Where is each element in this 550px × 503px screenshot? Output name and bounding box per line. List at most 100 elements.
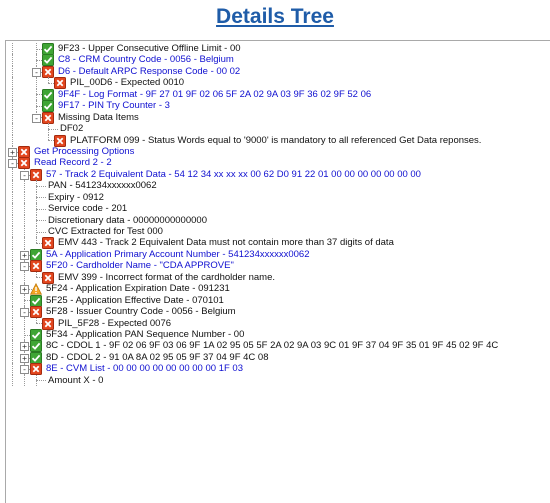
tree-row[interactable]: +8D - CDOL 2 - 91 0A 8A 02 95 05 9F 37 0… bbox=[6, 351, 550, 364]
tree-row[interactable]: DF02 bbox=[6, 123, 550, 135]
collapse-toggle[interactable]: - bbox=[20, 170, 29, 180]
check-icon bbox=[42, 54, 54, 67]
tree-row[interactable]: Service code - 201 bbox=[6, 203, 550, 215]
tree-row[interactable]: CVC Extracted for Test 000 bbox=[6, 226, 550, 238]
tree-guide-line bbox=[12, 374, 13, 387]
tree-row[interactable]: EMV 443 - Track 2 Equivalent Data must n… bbox=[6, 237, 550, 250]
tree-node-label: 9F23 - Upper Consecutive Offline Limit -… bbox=[58, 43, 241, 54]
tree-node-label: C8 - CRM Country Code - 0056 - Belgium bbox=[58, 54, 234, 66]
tree-row[interactable]: + Get Processing Options bbox=[6, 145, 550, 158]
tree-guide-line bbox=[12, 214, 13, 226]
tree-row[interactable]: - 57 - Track 2 Equivalent Data - 54 12 34… bbox=[6, 168, 550, 181]
tree-row[interactable]: 5F34 - Application PAN Sequence Number -… bbox=[6, 328, 550, 341]
tree-row[interactable]: - Missing Data Items bbox=[6, 111, 550, 124]
tree-row[interactable]: - 8E - CVM List - 00 00 00 00 00 00 00 00… bbox=[6, 363, 550, 376]
tree-guide-line bbox=[12, 191, 13, 204]
collapse-toggle[interactable]: - bbox=[8, 159, 17, 169]
expand-toggle[interactable]: + bbox=[20, 250, 29, 260]
tree-guide-line bbox=[24, 191, 25, 204]
tree-row[interactable]: 9F4F - Log Format - 9F 27 01 9F 02 06 5F… bbox=[6, 88, 550, 101]
expand-toggle[interactable]: + bbox=[8, 147, 17, 157]
tree-node-label: Missing Data Items bbox=[58, 111, 139, 123]
expand-toggle[interactable]: + bbox=[20, 353, 29, 363]
tree-node-label: 5F25 - Application Effective Date - 0701… bbox=[46, 294, 224, 306]
tree-row[interactable]: - D6 - Default ARPC Response Code - 00 02 bbox=[6, 65, 550, 78]
tree-row[interactable]: +8C - CDOL 1 - 9F 02 06 9F 03 06 9F 1A 0… bbox=[6, 340, 550, 353]
tree-row[interactable]: - 5F20 - Cardholder Name - "CDA APPROVE" bbox=[6, 260, 550, 273]
tree-row[interactable]: - Read Record 2 - 2 bbox=[6, 157, 550, 170]
error-icon bbox=[42, 317, 54, 330]
tree-node-label: EMV 399 - Incorrect format of the cardho… bbox=[58, 271, 276, 283]
tree-row[interactable]: PLATFORM 099 - Status Words equal to '90… bbox=[6, 134, 550, 147]
tree-node-label: 5F34 - Application PAN Sequence Number -… bbox=[46, 328, 245, 340]
tree-row[interactable]: C8 - CRM Country Code - 0056 - Belgium bbox=[6, 54, 550, 67]
check-icon bbox=[42, 88, 54, 101]
check-icon bbox=[42, 43, 54, 55]
error-icon bbox=[42, 237, 54, 250]
error-icon bbox=[42, 271, 54, 284]
tree-row[interactable]: +5F24 - Application Expiration Date - 09… bbox=[6, 283, 550, 295]
tree-guide-line bbox=[12, 283, 13, 295]
collapse-toggle[interactable]: - bbox=[32, 67, 41, 77]
tree-guide-line bbox=[12, 168, 13, 181]
collapse-toggle[interactable]: - bbox=[20, 308, 29, 318]
tree-guide-line bbox=[12, 271, 13, 284]
tree-node-label: Get Processing Options bbox=[34, 145, 135, 157]
tree-row[interactable]: +5A - Application Primary Account Number… bbox=[6, 248, 550, 261]
tree-node-label: 8D - CDOL 2 - 91 0A 8A 02 95 05 9F 37 04… bbox=[46, 351, 269, 363]
expand-toggle[interactable]: + bbox=[20, 285, 29, 295]
tree-guide-line bbox=[12, 306, 13, 318]
error-icon bbox=[30, 363, 42, 376]
tree-row[interactable]: Expiry - 0912 bbox=[6, 191, 550, 204]
tree-row[interactable]: Discretionary data - 00000000000000 bbox=[6, 214, 550, 226]
error-icon bbox=[30, 260, 42, 273]
tree-guide-line bbox=[24, 374, 25, 387]
tree-node-label: 5A - Application Primary Account Number … bbox=[46, 248, 310, 260]
check-icon bbox=[30, 294, 42, 307]
tree-guide-line bbox=[12, 237, 13, 249]
tree-branch-line bbox=[36, 197, 46, 199]
error-icon bbox=[42, 111, 54, 124]
tree-guide-line bbox=[36, 77, 37, 89]
tree-node-label: 5F24 - Application Expiration Date - 091… bbox=[46, 283, 230, 295]
tree-row[interactable]: Amount X - 0 bbox=[6, 374, 550, 387]
tree-node-label: 8C - CDOL 1 - 9F 02 06 9F 03 06 9F 1A 02… bbox=[46, 340, 499, 352]
tree-node-label: EMV 443 - Track 2 Equivalent Data must n… bbox=[58, 237, 394, 249]
warning-icon bbox=[30, 283, 42, 295]
tree-row[interactable]: - 5F28 - Issuer Country Code - 0056 - Bel… bbox=[6, 306, 550, 319]
tree-guide-line bbox=[12, 65, 13, 78]
tree-branch-line bbox=[36, 380, 46, 382]
heading-container: Details Tree bbox=[0, 0, 550, 40]
tree-node-label: Amount X - 0 bbox=[48, 374, 104, 386]
check-icon bbox=[30, 351, 42, 364]
tree-row[interactable]: PIL_5F28 - Expected 0076 bbox=[6, 317, 550, 330]
error-icon bbox=[30, 306, 42, 319]
details-tree-heading-link[interactable]: Details Tree bbox=[216, 5, 334, 29]
tree-row[interactable]: EMV 399 - Incorrect format of the cardho… bbox=[6, 271, 550, 284]
tree-node-label: Expiry - 0912 bbox=[48, 191, 104, 203]
tree-guide-line bbox=[12, 43, 13, 55]
collapse-toggle[interactable]: - bbox=[32, 113, 41, 123]
expand-toggle[interactable]: + bbox=[20, 342, 29, 352]
tree-node-label: PLATFORM 099 - Status Words equal to '90… bbox=[70, 134, 482, 146]
collapse-toggle[interactable]: - bbox=[20, 262, 29, 272]
tree-guide-line bbox=[24, 226, 25, 238]
error-icon bbox=[54, 134, 66, 147]
tree-node-label: 9F17 - PIN Try Counter - 3 bbox=[58, 100, 170, 112]
tree-row[interactable]: 5F25 - Application Effective Date - 0701… bbox=[6, 294, 550, 307]
check-icon bbox=[42, 100, 54, 113]
tree-row[interactable]: PAN - 541234xxxxxx0062 bbox=[6, 180, 550, 192]
tree-row[interactable]: 9F17 - PIN Try Counter - 3 bbox=[6, 100, 550, 113]
tree-guide-line bbox=[12, 260, 13, 272]
tree-node-label: Service code - 201 bbox=[48, 203, 128, 215]
error-icon bbox=[54, 77, 66, 90]
error-icon bbox=[18, 145, 30, 158]
details-tree-panel: 9F23 - Upper Consecutive Offline Limit -… bbox=[5, 40, 550, 503]
tree-branch-line bbox=[36, 185, 46, 187]
collapse-toggle[interactable]: - bbox=[20, 365, 29, 375]
tree-row[interactable]: PIL_00D6 - Expected 0010 bbox=[6, 77, 550, 90]
tree-row[interactable]: 9F23 - Upper Consecutive Offline Limit -… bbox=[6, 43, 550, 55]
error-icon bbox=[30, 168, 42, 181]
tree-guide-line bbox=[24, 237, 25, 249]
tree-node-label: PIL_5F28 - Expected 0076 bbox=[58, 317, 172, 329]
